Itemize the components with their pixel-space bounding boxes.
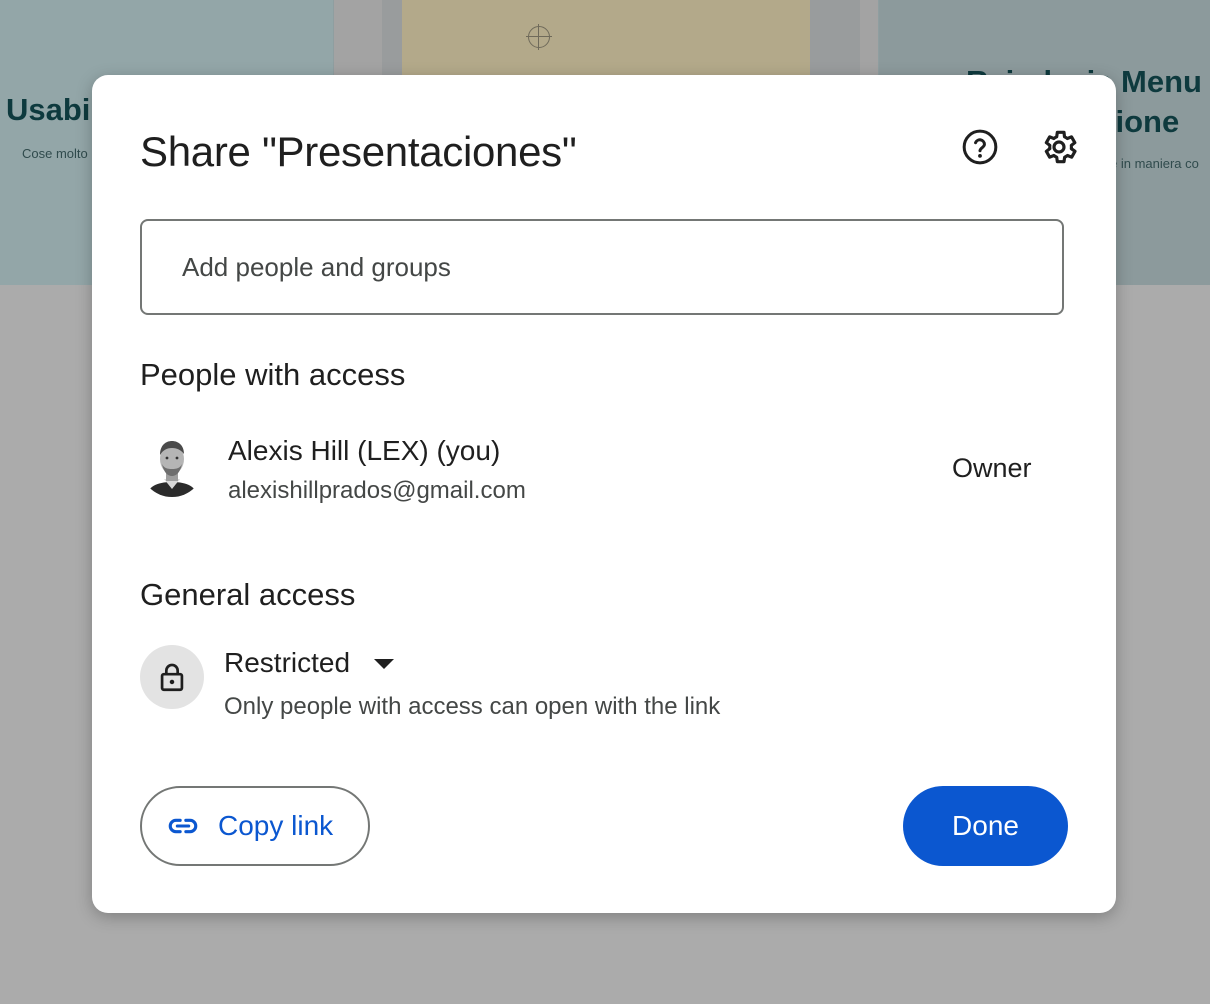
caret-down-icon (374, 659, 395, 669)
copy-link-button[interactable]: Copy link (140, 786, 370, 866)
person-email: alexishillprados@gmail.com (228, 477, 526, 504)
general-access-description: Only people with access can open with th… (224, 693, 721, 720)
people-with-access-heading: People with access (140, 357, 406, 392)
person-row: Alexis Hill (LEX) (you) alexishillprados… (140, 425, 1064, 515)
crosshair-icon (526, 24, 552, 50)
background-card-subtitle-right: e in maniera co (1110, 156, 1199, 171)
help-circle-icon (961, 128, 999, 166)
general-access-selected: Restricted (224, 647, 351, 678)
dialog-title: Share "Presentaciones" (140, 128, 577, 175)
background-card-title: Usabi (6, 92, 91, 127)
lock-icon-container (140, 645, 204, 709)
person-role: Owner (952, 453, 1032, 483)
gear-icon (1039, 127, 1079, 167)
add-people-input[interactable] (140, 219, 1064, 315)
lock-icon (155, 660, 189, 694)
avatar (140, 433, 204, 497)
settings-button[interactable] (1035, 123, 1083, 171)
copy-link-label: Copy link (218, 810, 334, 841)
general-access-heading: General access (140, 577, 356, 612)
general-access-row: Restricted Only people with access can o… (140, 645, 1064, 735)
share-dialog: Share "Presentaciones" People with acces… (92, 75, 1116, 913)
person-name: Alexis Hill (LEX) (you) (228, 435, 501, 466)
background-card-subtitle: Cose molto (22, 146, 88, 161)
link-icon (166, 809, 200, 843)
done-button[interactable]: Done (903, 786, 1068, 866)
help-button[interactable] (956, 123, 1004, 171)
general-access-dropdown[interactable]: Restricted (224, 645, 395, 681)
background-image (402, 0, 810, 80)
